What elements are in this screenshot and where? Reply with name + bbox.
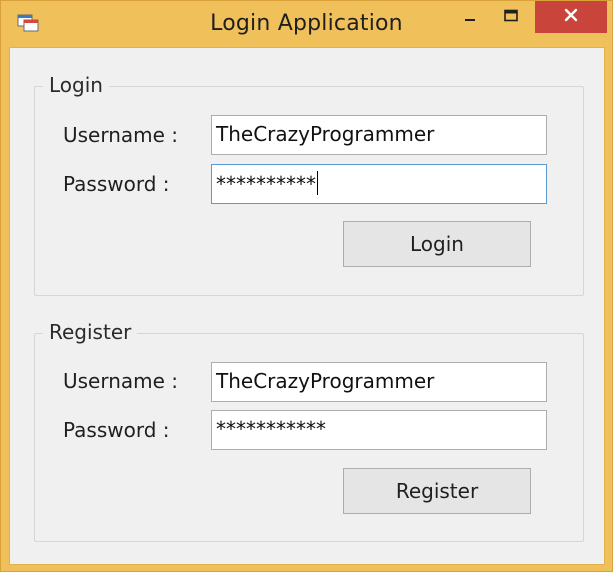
maximize-icon: [503, 8, 519, 27]
login-groupbox: Login Username : TheCrazyProgrammer Pass…: [34, 73, 584, 296]
login-group-legend: Login: [43, 73, 109, 97]
login-username-field[interactable]: TheCrazyProgrammer: [211, 115, 547, 155]
login-button[interactable]: Login: [343, 221, 531, 267]
close-icon: [563, 7, 579, 27]
title-bar[interactable]: Login Application: [1, 1, 612, 47]
maximize-button[interactable]: [492, 1, 530, 33]
login-username-label: Username :: [63, 123, 179, 147]
app-window: Login Application Login Username : TheCr…: [0, 0, 613, 572]
register-username-field[interactable]: TheCrazyProgrammer: [211, 362, 547, 402]
register-password-field[interactable]: ***********: [211, 410, 547, 450]
form-client-area: Login Username : TheCrazyProgrammer Pass…: [9, 47, 605, 565]
login-password-field[interactable]: **********: [211, 164, 547, 204]
login-password-value: **********: [216, 172, 316, 196]
close-button[interactable]: [535, 1, 607, 33]
register-button[interactable]: Register: [343, 468, 531, 514]
register-password-label: Password :: [63, 418, 170, 442]
text-caret: [317, 171, 318, 195]
register-group-legend: Register: [43, 320, 138, 344]
register-groupbox: Register Username : TheCrazyProgrammer P…: [34, 320, 584, 542]
register-username-label: Username :: [63, 369, 179, 393]
minimize-button[interactable]: [451, 1, 489, 33]
login-password-label: Password :: [63, 172, 170, 196]
minimize-icon: [463, 8, 477, 27]
